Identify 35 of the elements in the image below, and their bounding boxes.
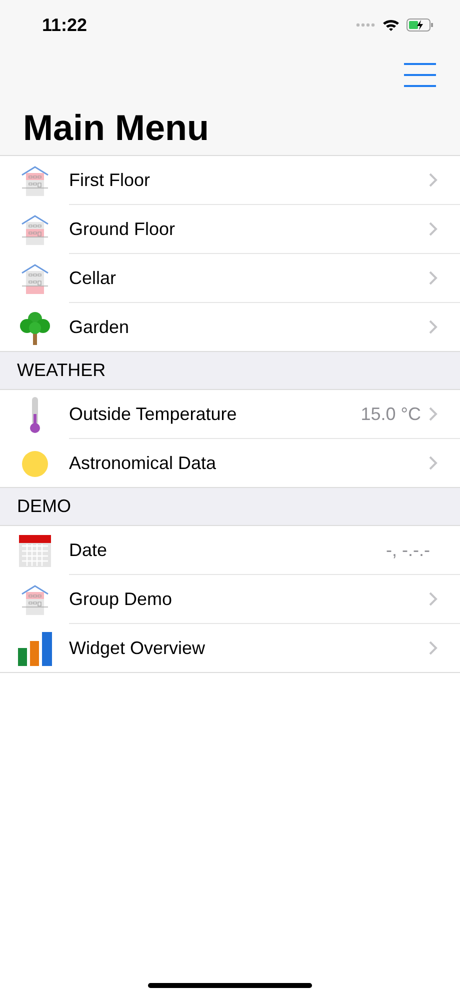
menu-item[interactable]: Group Demo [0,575,460,624]
item-label: First Floor [69,168,151,192]
section-header: WEATHER [17,359,106,382]
menu-item[interactable]: Cellar [0,254,460,303]
item-label: Astronomical Data [69,452,218,474]
item-value: 15.0 °C [360,402,421,426]
menu-button[interactable] [404,63,436,87]
signal-icon [356,23,376,27]
house-icon [20,262,50,294]
item-label: Outside Temperature [69,402,238,426]
house-icon [20,584,50,616]
page-title: Main Menu [23,110,209,146]
battery-icon [406,18,434,32]
item-label: Date [69,538,108,562]
item-label: Cellar [69,266,118,290]
wifi-icon [382,18,400,32]
item-label: Ground Floor [69,218,176,240]
house-icon [20,214,50,246]
menu-item[interactable]: Outside Temperature 15.0 °C [0,390,460,439]
menu-item[interactable]: Ground Floor [0,205,460,254]
menu-item[interactable]: Widget Overview [0,624,460,673]
menu-item[interactable]: First Floor [0,156,460,205]
sun-icon [20,448,50,478]
item-value: -, -.-.- [386,538,430,562]
item-label: Widget Overview [69,636,206,660]
tree-icon [18,310,52,346]
house-icon [20,164,50,196]
item-label: Group Demo [69,588,174,611]
item-label: Garden [69,316,130,338]
section-header: DEMO [17,495,71,518]
bar-chart-icon [18,632,52,666]
calendar-icon [18,534,52,568]
thermometer-icon [28,396,42,434]
status-time: 11:22 [42,14,88,36]
menu-item[interactable]: Date -, -.-.- [0,526,460,575]
